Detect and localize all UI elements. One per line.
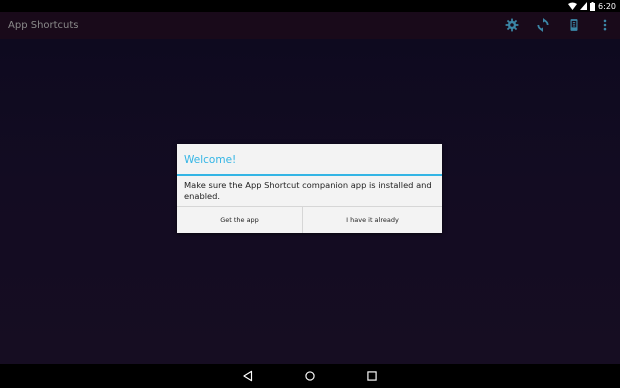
action-bar: App Shortcuts (0, 12, 620, 39)
status-bar: 6:20 (0, 0, 620, 12)
recents-icon[interactable] (365, 369, 379, 383)
dialog-title: Welcome! (184, 154, 237, 166)
signal-icon (580, 2, 588, 10)
status-icons: 6:20 (568, 0, 616, 12)
wifi-icon (568, 2, 578, 10)
welcome-dialog: Welcome! Make sure the App Shortcut comp… (177, 144, 442, 233)
get-the-app-button[interactable]: Get the app (177, 207, 303, 233)
battery-icon (590, 1, 596, 11)
overflow-menu-icon[interactable] (598, 18, 612, 32)
device-icon[interactable] (567, 18, 581, 32)
refresh-icon[interactable] (536, 18, 550, 32)
home-icon[interactable] (303, 369, 317, 383)
status-time: 6:20 (598, 1, 616, 11)
back-icon[interactable] (241, 369, 255, 383)
settings-icon[interactable] (505, 18, 519, 32)
app-title: App Shortcuts (8, 20, 79, 31)
dialog-message: Make sure the App Shortcut companion app… (184, 180, 432, 201)
dialog-title-divider (177, 174, 442, 176)
dialog-button-bar: Get the app I have it already (177, 206, 442, 234)
screen: 6:20 App Shortcuts Welcome! Make sure th… (0, 0, 620, 388)
i-have-it-already-button[interactable]: I have it already (303, 207, 442, 233)
navigation-bar (0, 364, 620, 388)
